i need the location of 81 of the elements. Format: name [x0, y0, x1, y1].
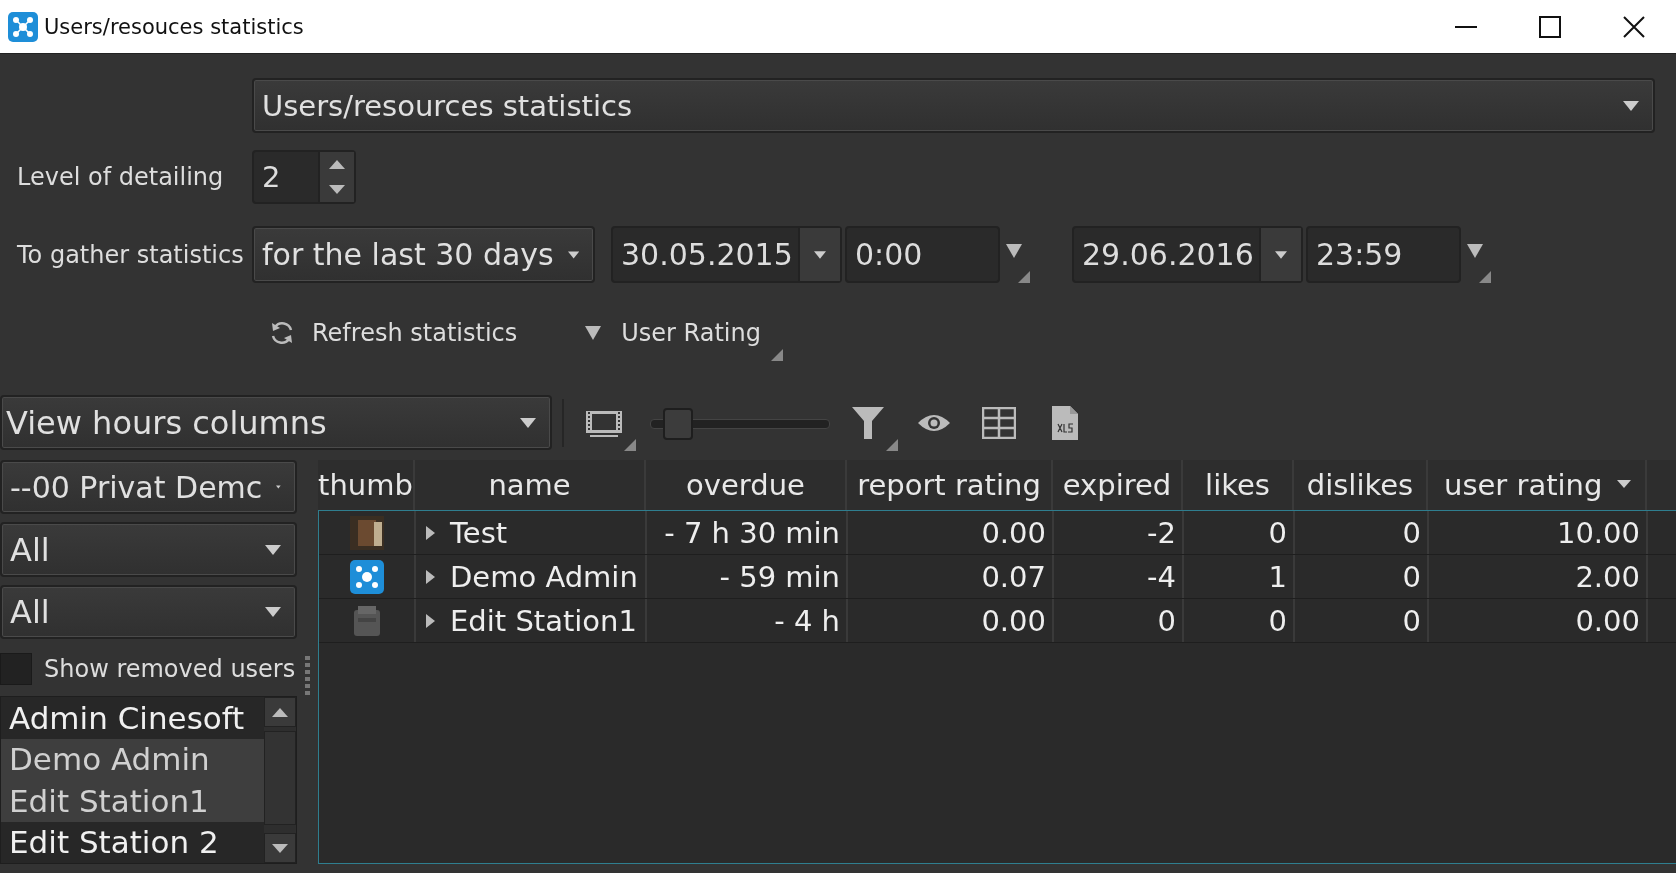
gather-label: To gather statistics — [17, 240, 245, 269]
refresh-icon — [270, 321, 294, 345]
up-arrow-icon — [329, 160, 345, 169]
app-logo-icon — [349, 559, 384, 594]
caret-icon — [814, 249, 826, 260]
table-cell: Test — [450, 515, 508, 550]
table-cell: 10.00 — [1429, 511, 1648, 554]
view-columns-dropdown[interactable]: View hours columns — [0, 395, 552, 450]
user-rating-button[interactable]: User Rating — [585, 311, 761, 355]
scrollbar-handle[interactable] — [264, 731, 296, 825]
table-cell: - 4 h — [647, 599, 848, 642]
caret-icon — [265, 544, 281, 555]
down-arrow-icon — [272, 843, 288, 853]
corner-mark-icon — [624, 438, 636, 451]
caret-icon — [1623, 100, 1639, 111]
caret-icon — [1275, 249, 1287, 260]
filter-dropdown[interactable]: All — [0, 522, 297, 577]
caret-icon — [520, 417, 536, 428]
photo-placeholder — [349, 515, 384, 550]
scroll-up-button[interactable] — [264, 697, 296, 727]
table-cell: -4 — [1054, 555, 1184, 598]
up-arrow-icon — [272, 707, 288, 717]
corner-mark-icon — [1018, 271, 1030, 283]
time-field[interactable]: 0:00 — [845, 226, 1000, 283]
slider-thumb[interactable] — [663, 407, 693, 440]
table-cell: 0 — [1295, 511, 1429, 554]
table-cell: Demo Admin — [450, 559, 638, 594]
filter-icon — [852, 406, 884, 439]
table-cell: 0 — [1184, 599, 1295, 642]
table-cell: 0.07 — [848, 555, 1054, 598]
caret-icon — [567, 249, 579, 260]
table-cell: 0 — [1054, 599, 1184, 642]
corner-mark-icon — [770, 349, 783, 361]
minimize-icon — [1455, 25, 1477, 28]
table-cell: Edit Station1 — [450, 603, 637, 638]
triangle-icon — [585, 326, 602, 340]
scroll-down-button[interactable] — [264, 833, 296, 863]
checkbox-label: Show removed users — [44, 654, 296, 683]
corner-mark-icon — [1479, 271, 1491, 283]
table-cell: 0 — [1184, 511, 1295, 554]
group-dropdown[interactable]: --00 Privat Demc — [0, 460, 297, 515]
calendar-dropdown-button[interactable] — [798, 228, 840, 281]
table-cell: 0.00 — [848, 599, 1054, 642]
table-cell: - 59 min — [647, 555, 848, 598]
triangle-icon — [1006, 244, 1022, 258]
period-dropdown[interactable]: for the last 30 days — [252, 226, 595, 283]
calendar-dropdown-button[interactable] — [1259, 228, 1301, 281]
maximize-icon — [1539, 15, 1561, 38]
table-cell: 0.00 — [848, 511, 1054, 554]
detailing-spinbox[interactable]: 2 — [252, 150, 356, 204]
report-type-dropdown[interactable]: Users/resources statistics — [252, 78, 1655, 133]
table-cell: 0 — [1295, 599, 1429, 642]
grid-icon — [982, 406, 1016, 439]
table-cell: 1 — [1184, 555, 1295, 598]
close-icon — [1623, 15, 1645, 38]
window-title: Users/resouces statistics — [44, 14, 305, 39]
down-arrow-icon — [329, 185, 345, 194]
eye-icon — [918, 412, 950, 433]
table-cell: -2 — [1054, 511, 1184, 554]
triangle-icon — [1467, 244, 1483, 258]
date-field[interactable]: 29.06.2016 — [1072, 226, 1303, 283]
corner-mark-icon — [886, 438, 898, 451]
table-cell: 0 — [1295, 555, 1429, 598]
checkbox[interactable] — [0, 652, 32, 685]
app-logo-icon — [8, 11, 38, 42]
table-cell: 2.00 — [1429, 555, 1648, 598]
date-field[interactable]: 30.05.2015 — [611, 226, 842, 283]
user-list-item[interactable]: Demo Admin — [1, 738, 264, 780]
time-field[interactable]: 23:59 — [1306, 226, 1461, 283]
filter-dropdown[interactable]: All — [0, 584, 297, 640]
detailing-label: Level of detailing — [17, 163, 225, 191]
table-cell: 0.00 — [1429, 599, 1648, 642]
thumbnail-size-slider[interactable] — [650, 407, 830, 438]
splitter-handle[interactable] — [305, 656, 310, 696]
caret-icon — [265, 606, 281, 617]
refresh-button[interactable]: Refresh statistics — [270, 319, 518, 347]
user-list[interactable]: Admin Cinesoft Demo Admin Edit Station1 Edit Station 2 — [0, 696, 297, 864]
table-cell: - 7 h 30 min — [647, 511, 848, 554]
xls-file-icon — [1052, 405, 1078, 440]
sort-caret-icon — [1617, 480, 1631, 488]
user-list-item[interactable]: Edit Station1 — [1, 780, 264, 822]
